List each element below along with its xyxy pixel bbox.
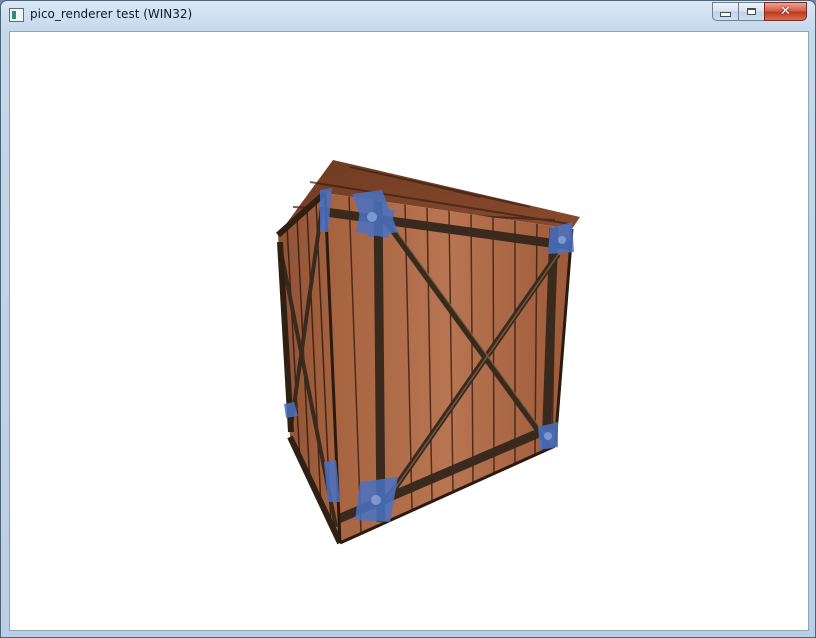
close-icon: ✕ xyxy=(780,4,791,19)
rendered-wooden-crate xyxy=(276,160,580,545)
window-title: pico_renderer test (WIN32) xyxy=(30,7,193,21)
minimize-icon xyxy=(720,11,731,17)
render-viewport[interactable] xyxy=(9,31,809,631)
maximize-icon xyxy=(747,8,756,15)
close-button[interactable]: ✕ xyxy=(764,2,807,21)
title-bar[interactable]: pico_renderer test (WIN32) ✕ xyxy=(1,1,815,31)
application-window: pico_renderer test (WIN32) ✕ xyxy=(0,0,816,638)
maximize-button[interactable] xyxy=(738,2,764,21)
app-window-icon[interactable] xyxy=(9,8,24,22)
caption-buttons: ✕ xyxy=(712,2,807,21)
minimize-button[interactable] xyxy=(712,2,738,21)
